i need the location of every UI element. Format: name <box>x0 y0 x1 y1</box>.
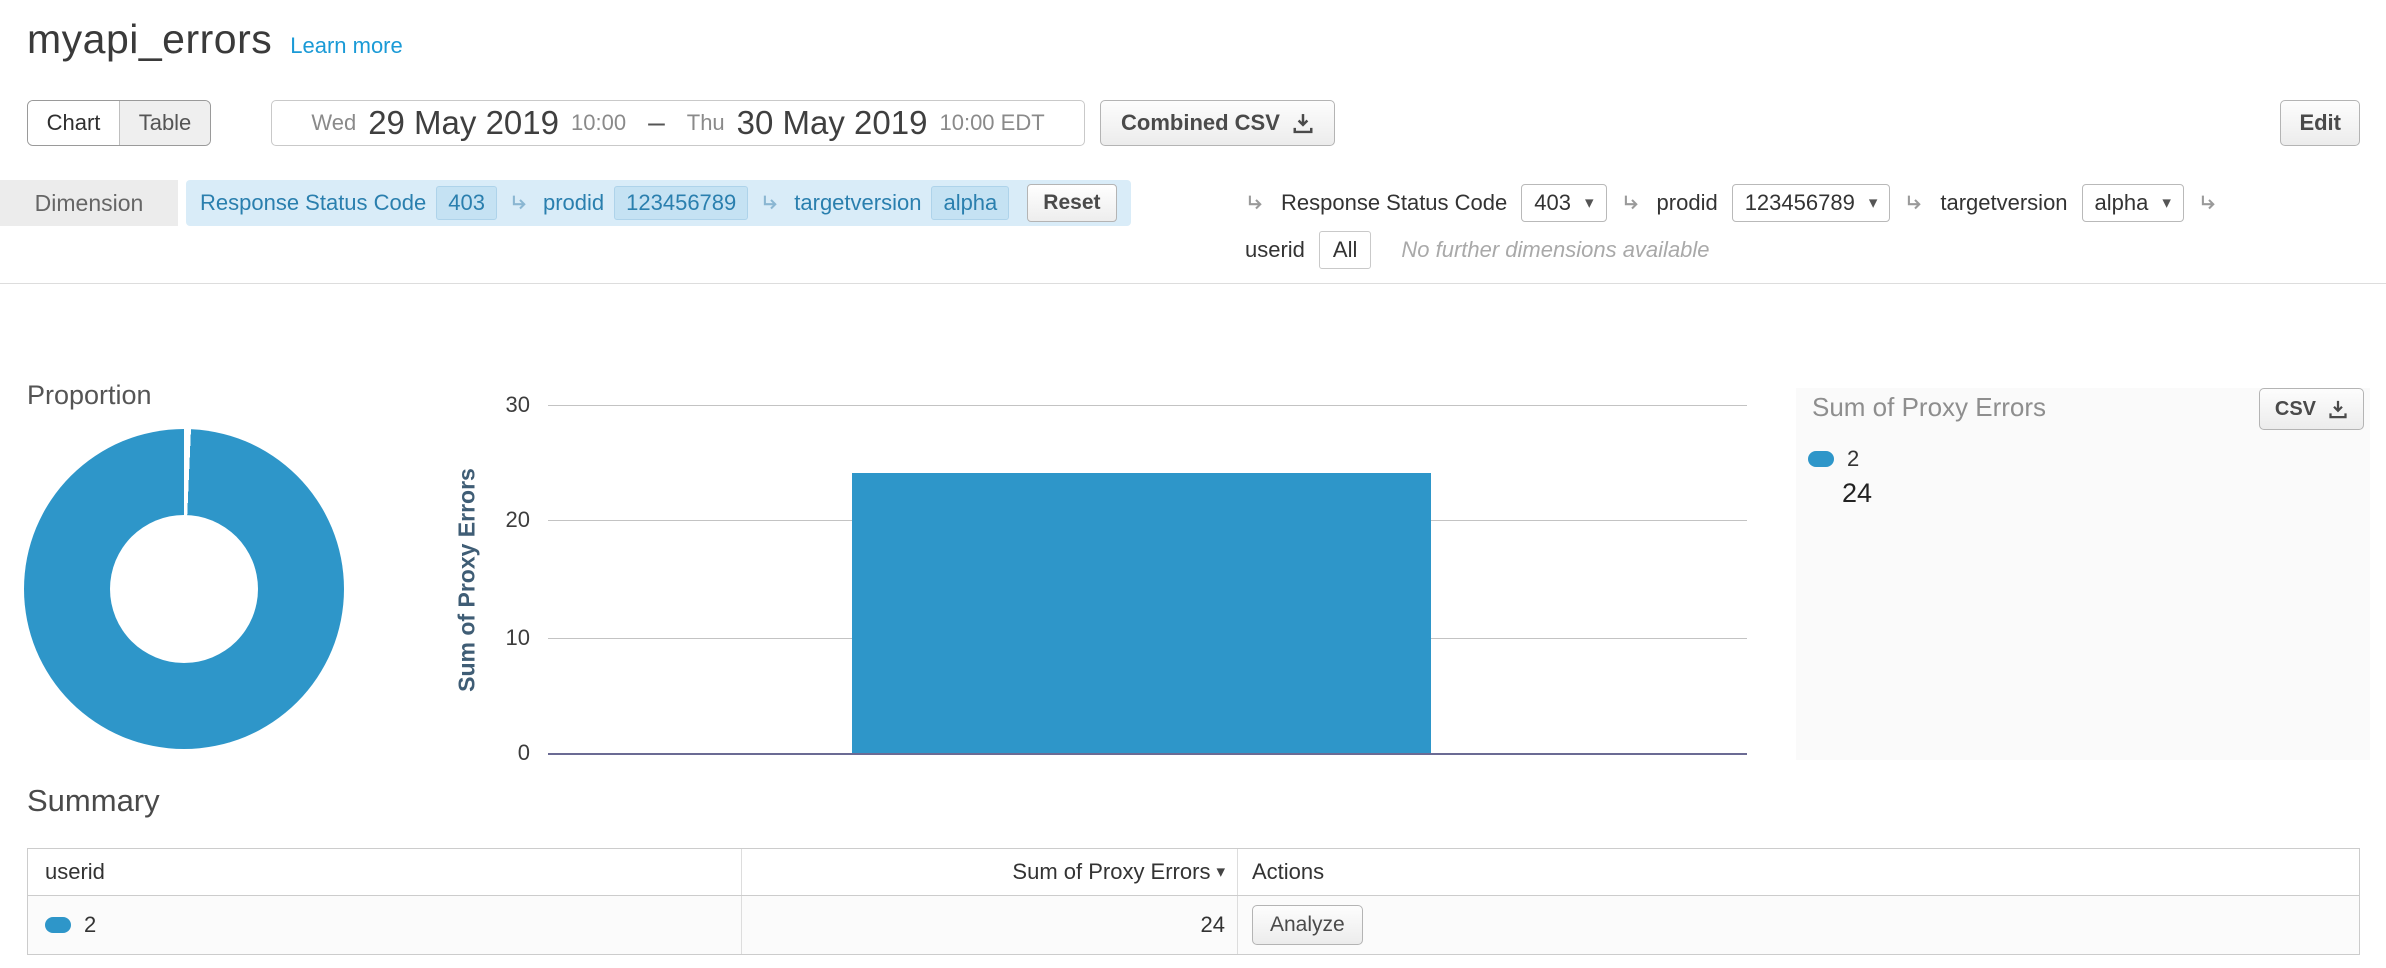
column-header-userid: userid <box>28 849 741 895</box>
toolbar: Chart Table Wed 29 May 2019 10:00 – Thu … <box>0 100 2386 148</box>
end-date: 30 May 2019 <box>737 104 928 142</box>
y-tick-0: 0 <box>484 740 530 766</box>
column-header-label: Sum of Proxy Errors <box>1012 859 1210 885</box>
start-day: Wed <box>311 110 356 136</box>
userid-value: 2 <box>84 912 96 938</box>
x-axis-line <box>548 753 1747 755</box>
cell-actions: Analyze <box>1237 896 2359 954</box>
selector-name-userid: userid <box>1245 237 1305 263</box>
selector-dropdown-targetversion[interactable]: alpha ▾ <box>2082 184 2184 222</box>
legend-label: 2 <box>1847 446 1859 472</box>
download-icon <box>1292 112 1314 134</box>
chevron-down-icon: ▾ <box>1585 193 1594 213</box>
drilldown-arrow-icon <box>1245 192 1267 214</box>
drilldown-arrow-icon <box>2198 192 2220 214</box>
y-axis-label: Sum of Proxy Errors <box>454 468 481 692</box>
selector-dropdown-prodid[interactable]: 123456789 ▾ <box>1732 184 1891 222</box>
selector-userid-all[interactable]: All <box>1319 231 1371 269</box>
drilldown-arrow-icon <box>509 192 531 214</box>
breadcrumb-targetversion[interactable]: targetversion alpha <box>794 186 1009 220</box>
combined-csv-label: Combined CSV <box>1121 110 1280 136</box>
breadcrumb-value: alpha <box>931 186 1009 220</box>
breadcrumb-response-status-code[interactable]: Response Status Code 403 <box>200 186 497 220</box>
summary-table-header: userid Sum of Proxy Errors ▾ Actions <box>28 849 2359 896</box>
analyze-button[interactable]: Analyze <box>1252 905 1363 945</box>
legend-value: 24 <box>1842 478 1872 509</box>
breadcrumb-name: targetversion <box>794 190 921 216</box>
selector-name-prodid: prodid <box>1657 190 1718 216</box>
chart-section: Proportion Sum of Proxy Errors 30 20 10 … <box>0 380 2386 780</box>
csv-button[interactable]: CSV <box>2259 388 2364 430</box>
selector-value: 403 <box>1534 190 1571 216</box>
drilldown-arrow-icon <box>760 192 782 214</box>
chevron-down-icon: ▾ <box>1869 193 1878 213</box>
selector-line-1: Response Status Code 403 ▾ prodid 123456… <box>1245 180 2378 226</box>
table-view-button[interactable]: Table <box>119 101 210 145</box>
y-tick-20: 20 <box>484 507 530 533</box>
dimension-breadcrumbs: Response Status Code 403 prodid 12345678… <box>186 180 1131 226</box>
legend-item: 2 <box>1808 446 1859 472</box>
selector-value: 123456789 <box>1745 190 1855 216</box>
breadcrumb-value: 123456789 <box>614 186 748 220</box>
drilldown-arrow-icon <box>1621 192 1643 214</box>
selector-name-response-status-code: Response Status Code <box>1281 190 1507 216</box>
view-toggle: Chart Table <box>27 100 211 146</box>
legend-title: Sum of Proxy Errors <box>1812 392 2046 423</box>
section-divider <box>0 283 2386 284</box>
proportion-title: Proportion <box>27 380 152 411</box>
date-range-picker[interactable]: Wed 29 May 2019 10:00 – Thu 30 May 2019 … <box>271 100 1085 146</box>
download-icon <box>2328 399 2348 419</box>
edit-button[interactable]: Edit <box>2280 100 2360 146</box>
legend-panel: Sum of Proxy Errors CSV 2 24 <box>1796 388 2370 760</box>
proportion-chart-area <box>24 416 426 760</box>
selector-dropdown-response-status-code[interactable]: 403 ▾ <box>1521 184 1606 222</box>
dimension-selectors: Response Status Code 403 ▾ prodid 123456… <box>1245 180 2378 272</box>
selector-name-targetversion: targetversion <box>1940 190 2067 216</box>
breadcrumb-prodid[interactable]: prodid 123456789 <box>543 186 748 220</box>
learn-more-link[interactable]: Learn more <box>290 33 403 59</box>
summary-table: userid Sum of Proxy Errors ▾ Actions 2 2… <box>27 848 2360 955</box>
csv-label: CSV <box>2275 398 2316 421</box>
chart-view-button[interactable]: Chart <box>28 101 119 145</box>
donut-hole <box>110 515 258 663</box>
selector-line-2: userid All No further dimensions availab… <box>1245 228 2378 272</box>
no-further-dimensions-text: No further dimensions available <box>1401 237 1709 263</box>
end-time: 10:00 EDT <box>939 110 1044 136</box>
y-tick-30: 30 <box>484 392 530 418</box>
cell-userid: 2 <box>28 896 741 954</box>
page-header: myapi_errors Learn more <box>27 16 403 63</box>
sort-caret-icon: ▾ <box>1216 862 1225 882</box>
start-date: 29 May 2019 <box>368 104 559 142</box>
dimension-label: Dimension <box>0 180 178 226</box>
date-range-separator: – <box>648 106 665 140</box>
start-time: 10:00 <box>571 110 626 136</box>
selector-value: alpha <box>2095 190 2149 216</box>
reset-button[interactable]: Reset <box>1027 184 1116 222</box>
breadcrumb-name: prodid <box>543 190 604 216</box>
column-header-sum-of-proxy-errors[interactable]: Sum of Proxy Errors ▾ <box>741 849 1237 895</box>
legend-swatch <box>1808 451 1834 467</box>
summary-heading: Summary <box>27 783 160 819</box>
cell-sum-of-proxy-errors: 24 <box>741 896 1237 954</box>
donut-chart[interactable] <box>24 429 344 749</box>
chevron-down-icon: ▾ <box>2162 193 2171 213</box>
combined-csv-button[interactable]: Combined CSV <box>1100 100 1335 146</box>
drilldown-arrow-icon <box>1904 192 1926 214</box>
end-day: Thu <box>687 110 725 136</box>
breadcrumb-name: Response Status Code <box>200 190 426 216</box>
breadcrumb-value: 403 <box>436 186 497 220</box>
gridline-30 <box>548 405 1747 406</box>
series-swatch <box>45 917 71 933</box>
table-row: 2 24 Analyze <box>28 896 2359 954</box>
page-title: myapi_errors <box>27 16 272 63</box>
column-header-actions: Actions <box>1237 849 2359 895</box>
bar-sum-of-proxy-errors[interactable] <box>852 473 1431 753</box>
y-tick-10: 10 <box>484 625 530 651</box>
